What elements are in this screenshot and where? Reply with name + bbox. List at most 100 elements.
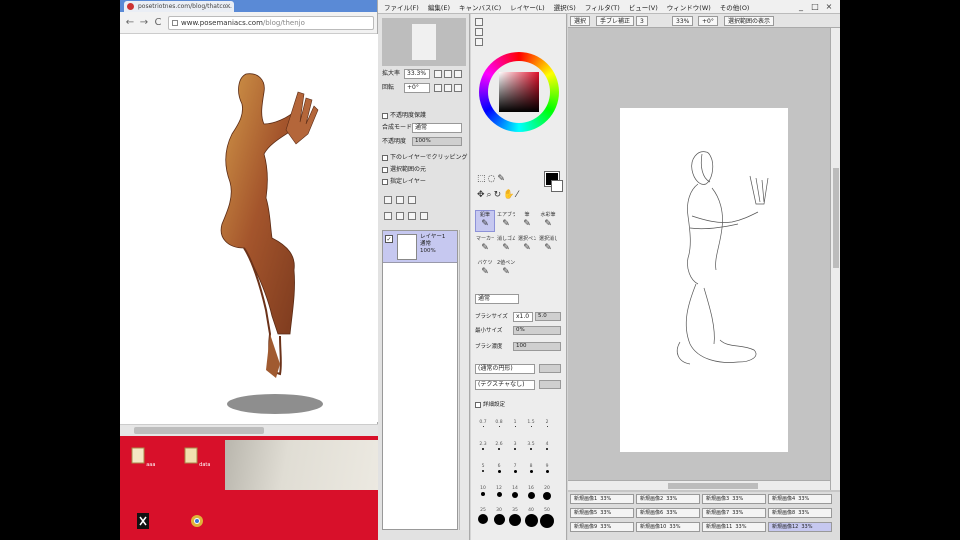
brush-preset[interactable]: 3 (507, 442, 523, 459)
brush-preset[interactable]: 50 (539, 508, 555, 528)
brush-preset[interactable]: 25 (475, 508, 491, 525)
brush-preset[interactable]: 0.7 (475, 420, 491, 437)
document-tab[interactable]: 新規画像8 33% (768, 508, 832, 518)
brush-preset[interactable]: 7 (507, 464, 523, 481)
maximize-button[interactable]: □ (810, 1, 820, 12)
tool-eraser[interactable]: 消しゴム ✎ (496, 234, 516, 256)
brush-preset[interactable]: 1 (507, 420, 523, 437)
document-tab[interactable]: 新規画像11 33% (702, 522, 766, 532)
brush-shape-select[interactable]: (通常の円形) (475, 364, 535, 374)
specify-layer-checkbox[interactable] (382, 178, 388, 185)
menu-item[interactable]: ビュー(V) (629, 2, 658, 12)
tool-pencil[interactable]: 鉛筆 ✎ (475, 210, 495, 232)
layer-row[interactable]: ✓ レイヤー1 通常 100% (383, 231, 457, 263)
rotate-reset-button[interactable] (454, 84, 462, 92)
menu-item[interactable]: 編集(E) (428, 2, 450, 12)
drawing-canvas[interactable] (568, 28, 840, 480)
back-button[interactable]: ← (124, 17, 136, 29)
density-slider[interactable]: 100 (513, 342, 561, 351)
lasso-icon[interactable]: ◌ (488, 174, 498, 184)
scroll-thumb[interactable] (668, 483, 758, 489)
document-tab[interactable]: 新規画像7 33% (702, 508, 766, 518)
brush-preset[interactable]: 0.8 (491, 420, 507, 437)
tool-watercolor[interactable]: 水彩筆 ✎ (538, 210, 558, 232)
brush-texture-select[interactable]: (テクスチャなし) (475, 380, 535, 390)
minimize-button[interactable]: _ (796, 1, 806, 12)
brush-preset[interactable]: 4 (539, 442, 555, 459)
brush-shape-strength[interactable] (539, 364, 561, 373)
desktop-icon-chrome[interactable] (182, 512, 212, 534)
scroll-thumb[interactable] (833, 168, 839, 268)
menu-item[interactable]: フィルタ(T) (585, 2, 620, 12)
blend-mode-select[interactable]: 通常 (412, 123, 462, 133)
document-tab[interactable]: 新規画像4 33% (768, 494, 832, 504)
new-layer-button[interactable] (384, 196, 392, 204)
canvas-paper[interactable] (620, 108, 788, 452)
tool-marker[interactable]: マーカー ✎ (475, 234, 495, 256)
tool-binary-pen[interactable]: 2値ペン ✎ (496, 258, 516, 280)
select-rect-icon[interactable]: ⬚ (477, 174, 488, 184)
document-tab[interactable]: 新規画像1 33% (570, 494, 634, 504)
clip-group-row[interactable]: 下のレイヤーでクリッピング (382, 152, 467, 164)
brush-size-multiplier[interactable]: x1.0 (513, 312, 533, 322)
eye-icon[interactable]: ✓ (385, 235, 393, 243)
brush-preset[interactable]: 10 (475, 486, 491, 503)
min-size-slider[interactable]: 0% (513, 326, 561, 335)
eyedropper-icon[interactable]: ⁄ (516, 190, 520, 200)
menu-item[interactable]: キャンバス(C) (459, 2, 501, 12)
canvas-horizontal-scrollbar[interactable] (568, 480, 830, 490)
close-button[interactable]: × (824, 1, 834, 12)
clear-layer-button[interactable] (408, 212, 416, 220)
rotate-right-button[interactable] (444, 84, 452, 92)
document-tab[interactable]: 新規画像9 33% (570, 522, 634, 532)
zoom-reset-button[interactable] (454, 70, 462, 78)
brush-preset[interactable]: 35 (507, 508, 523, 526)
clip-group-checkbox[interactable] (382, 154, 388, 161)
zoom-icon[interactable]: ⌕ (487, 190, 494, 200)
stabilizer-select[interactable]: 3 (636, 16, 648, 26)
detail-settings-row[interactable]: 詳細設定 (475, 400, 505, 411)
background-color[interactable] (551, 180, 563, 192)
transfer-down-button[interactable] (384, 212, 392, 220)
menu-item[interactable]: その他(O) (720, 2, 750, 12)
saturation-value-square[interactable] (499, 72, 539, 112)
brush-preset[interactable]: 6 (491, 464, 507, 481)
protect-opacity-row[interactable]: 不透明度保護 (382, 110, 426, 122)
tool-airbrush[interactable]: エアブラシ✎ (496, 210, 516, 232)
brush-preset[interactable]: 40 (523, 508, 539, 527)
desktop-icon-capcut[interactable] (128, 512, 158, 534)
zoom-out-button[interactable] (434, 70, 442, 78)
document-tab[interactable]: 新規画像12 33% (768, 522, 832, 532)
zoom-field[interactable]: 33.3% (404, 69, 430, 79)
rotate-field[interactable]: +0° (404, 83, 430, 93)
canvas-zoom-value[interactable]: 33% (672, 16, 694, 26)
rotate-icon[interactable]: ↻ (494, 190, 504, 200)
new-linework-layer-button[interactable] (396, 196, 404, 204)
select-source-row[interactable]: 選択範囲の元 (382, 164, 426, 176)
reload-button[interactable]: C (152, 17, 164, 29)
brush-preset[interactable]: 30 (491, 508, 507, 525)
desktop-icon-folder-2[interactable]: data (182, 446, 212, 468)
brush-preset[interactable]: 16 (523, 486, 539, 503)
detail-settings-checkbox[interactable] (475, 401, 481, 408)
color-wheel[interactable] (479, 52, 559, 132)
brush-preset[interactable]: 2.3 (475, 442, 491, 459)
document-tab[interactable]: 新規画像5 33% (570, 508, 634, 518)
document-tab[interactable]: 新規画像10 33% (636, 522, 700, 532)
brush-preset[interactable]: 20 (539, 486, 555, 503)
brush-preset[interactable]: 14 (507, 486, 523, 503)
specify-layer-row[interactable]: 指定レイヤー (382, 176, 426, 188)
select-source-checkbox[interactable] (382, 166, 388, 173)
color-wheel-toggle[interactable] (475, 18, 483, 26)
menu-item[interactable]: ファイル(F) (384, 2, 419, 12)
delete-layer-button[interactable] (420, 212, 428, 220)
tool-bucket[interactable]: バケツ ✎ (475, 258, 495, 280)
brush-preset[interactable]: 3.5 (523, 442, 539, 459)
navigator-preview[interactable] (382, 18, 466, 66)
document-tab[interactable]: 新規画像3 33% (702, 494, 766, 504)
hand-icon[interactable]: ✋ (503, 190, 516, 200)
scroll-thumb[interactable] (134, 427, 264, 434)
magic-wand-icon[interactable]: ✎ (497, 174, 507, 184)
browser-tab[interactable]: posetriotnes.com/blog/thatco... × (124, 1, 234, 12)
brush-preset[interactable]: 5 (475, 464, 491, 481)
